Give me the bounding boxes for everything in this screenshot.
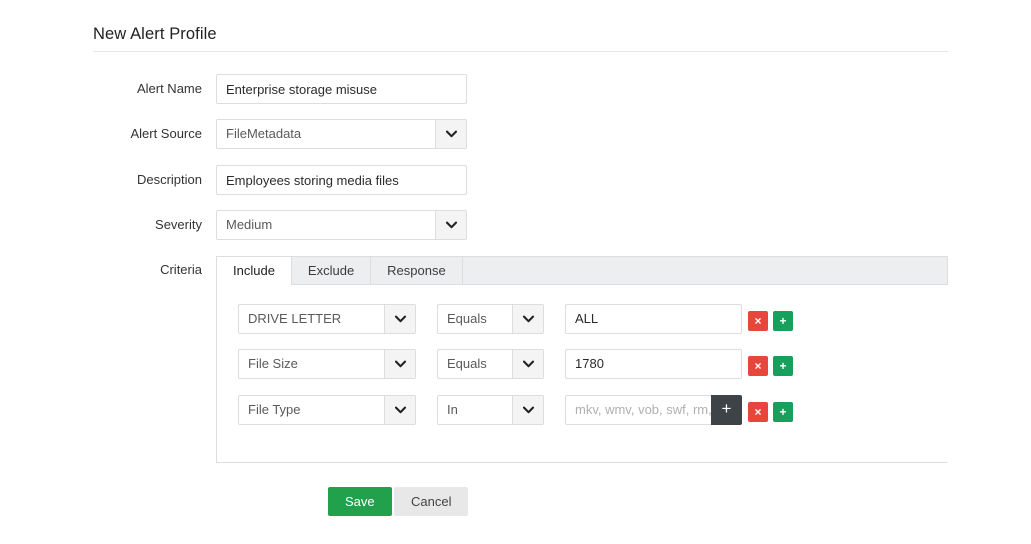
form-row-alert-source: Alert Source FileMetadata: [93, 119, 948, 149]
criteria-tag-input-group: mkv, wmv, vob, swf, rm, +: [565, 395, 742, 425]
criteria-attribute-value: File Type: [239, 396, 384, 424]
remove-criteria-button[interactable]: ×: [748, 311, 768, 331]
add-criteria-button[interactable]: +: [773, 356, 793, 376]
criteria-tag-input[interactable]: mkv, wmv, vob, swf, rm,: [565, 395, 711, 425]
criteria-operator-select[interactable]: Equals: [437, 349, 544, 379]
criteria-panel: Include Exclude Response DRIVE LETTER Eq…: [216, 256, 948, 463]
chevron-down-icon: [512, 305, 543, 333]
tab-exclude[interactable]: Exclude: [292, 257, 371, 284]
severity-value: Medium: [217, 211, 435, 239]
tab-response[interactable]: Response: [371, 257, 463, 284]
tag-add-button[interactable]: +: [711, 395, 742, 425]
new-alert-profile-page: New Alert Profile Alert Name Alert Sourc…: [0, 0, 1031, 544]
chevron-down-icon: [435, 211, 466, 239]
criteria-row-actions: × +: [748, 402, 793, 422]
alert-source-value: FileMetadata: [217, 120, 435, 148]
alert-source-select[interactable]: FileMetadata: [216, 119, 467, 149]
tab-include[interactable]: Include: [217, 257, 292, 285]
criteria-operator-value: Equals: [438, 350, 512, 378]
form-row-severity: Severity Medium: [93, 210, 948, 240]
criteria-attribute-value: DRIVE LETTER: [239, 305, 384, 333]
chevron-down-icon: [512, 396, 543, 424]
description-control: [216, 165, 467, 195]
criteria-row: File Type In mkv,: [238, 395, 742, 425]
title-divider: [93, 51, 948, 52]
chevron-down-icon: [512, 350, 543, 378]
chevron-down-icon: [384, 350, 415, 378]
form-row-description: Description: [93, 165, 948, 195]
criteria-attribute-value: File Size: [239, 350, 384, 378]
criteria-attribute-select[interactable]: DRIVE LETTER: [238, 304, 416, 334]
alert-name-input[interactable]: [216, 74, 467, 104]
alert-name-label: Alert Name: [93, 74, 202, 104]
criteria-row: DRIVE LETTER Equals ALL: [238, 304, 742, 334]
add-criteria-button[interactable]: +: [773, 311, 793, 331]
criteria-operator-value: Equals: [438, 305, 512, 333]
criteria-value-input[interactable]: ALL: [565, 304, 742, 334]
criteria-operator-select[interactable]: Equals: [437, 304, 544, 334]
criteria-panel-body: DRIVE LETTER Equals ALL: [216, 285, 948, 463]
criteria-row-actions: × +: [748, 356, 793, 376]
form-row-alert-name: Alert Name: [93, 74, 948, 104]
description-input[interactable]: [216, 165, 467, 195]
severity-select[interactable]: Medium: [216, 210, 467, 240]
severity-label: Severity: [93, 210, 202, 240]
criteria-row-actions: × +: [748, 311, 793, 331]
chevron-down-icon: [384, 396, 415, 424]
alert-source-control: FileMetadata: [216, 119, 467, 149]
description-label: Description: [93, 165, 202, 195]
alert-name-control: [216, 74, 467, 104]
criteria-attribute-select[interactable]: File Size: [238, 349, 416, 379]
alert-source-label: Alert Source: [93, 119, 202, 149]
criteria-attribute-select[interactable]: File Type: [238, 395, 416, 425]
page-title: New Alert Profile: [93, 25, 217, 44]
save-button[interactable]: Save: [328, 487, 392, 516]
severity-control: Medium: [216, 210, 467, 240]
criteria-operator-value: In: [438, 396, 512, 424]
cancel-button[interactable]: Cancel: [394, 487, 468, 516]
chevron-down-icon: [435, 120, 466, 148]
criteria-operator-select[interactable]: In: [437, 395, 544, 425]
criteria-row: File Size Equals 1780: [238, 349, 742, 379]
criteria-tab-strip: Include Exclude Response: [216, 256, 948, 285]
remove-criteria-button[interactable]: ×: [748, 356, 768, 376]
criteria-value-input[interactable]: 1780: [565, 349, 742, 379]
criteria-label: Criteria: [93, 256, 202, 284]
remove-criteria-button[interactable]: ×: [748, 402, 768, 422]
chevron-down-icon: [384, 305, 415, 333]
add-criteria-button[interactable]: +: [773, 402, 793, 422]
